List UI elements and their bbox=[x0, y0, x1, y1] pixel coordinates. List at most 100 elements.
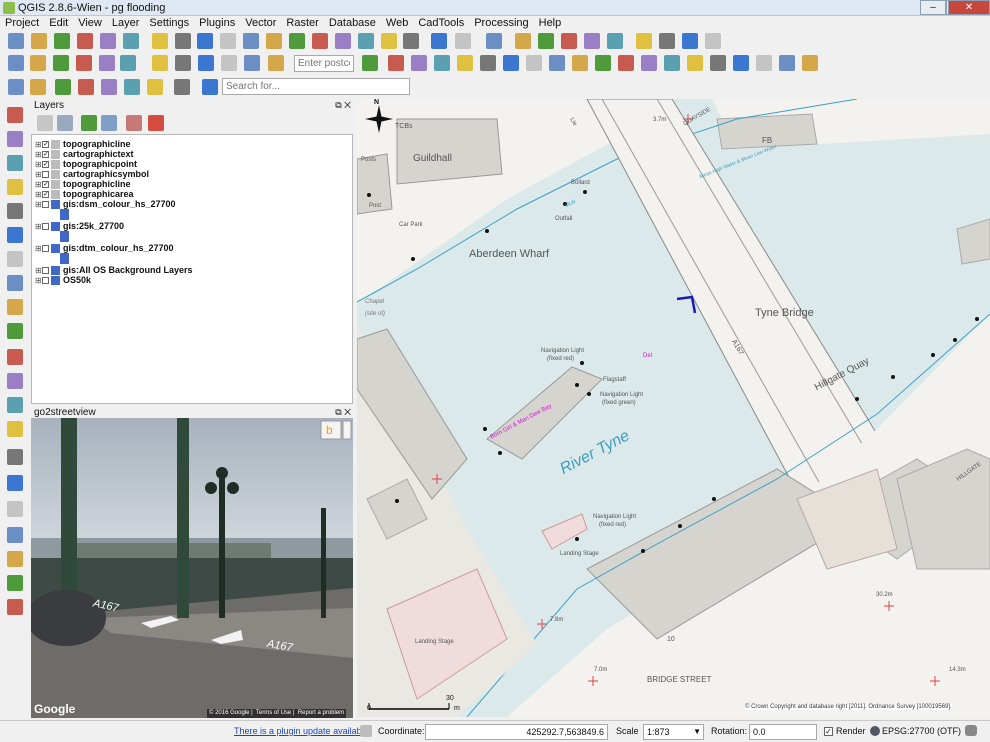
map-nav-tool-icon[interactable] bbox=[515, 33, 531, 49]
map-nav-tool-icon[interactable] bbox=[220, 33, 236, 49]
edit-tool-icon[interactable] bbox=[198, 55, 214, 71]
add-layer-tool-icon[interactable] bbox=[7, 323, 23, 339]
add-layer-tool-icon[interactable] bbox=[7, 349, 23, 365]
crs-status[interactable]: EPSG:27700 (OTF) bbox=[882, 726, 961, 736]
edit-tool-icon[interactable] bbox=[480, 55, 496, 71]
map-nav-tool-icon[interactable] bbox=[381, 33, 397, 49]
menu-web[interactable]: Web bbox=[381, 16, 413, 30]
edit-tool-icon[interactable] bbox=[411, 55, 427, 71]
plugin-tool-icon[interactable] bbox=[8, 79, 24, 95]
menu-cadtools[interactable]: CadTools bbox=[413, 16, 469, 30]
add-layer-tool-icon[interactable] bbox=[7, 299, 23, 315]
edit-tool-icon[interactable] bbox=[244, 55, 260, 71]
add-layer-tool-icon[interactable] bbox=[7, 397, 23, 413]
layer-row[interactable]: ⊞ gis:dtm_colour_hs_27700 bbox=[35, 243, 174, 254]
collapse-all-icon[interactable] bbox=[126, 115, 142, 131]
add-layer-tool-icon[interactable] bbox=[7, 527, 23, 543]
layer-row[interactable]: ⊞✓ topographicline bbox=[35, 179, 131, 190]
add-layer-tool-icon[interactable] bbox=[7, 599, 23, 615]
edit-tool-icon[interactable] bbox=[362, 55, 378, 71]
messages-icon[interactable] bbox=[360, 725, 372, 737]
edit-tool-icon[interactable] bbox=[595, 55, 611, 71]
edit-tool-icon[interactable] bbox=[526, 55, 542, 71]
add-layer-tool-icon[interactable] bbox=[7, 551, 23, 567]
layer-row[interactable]: ⊞ gis:dsm_colour_hs_27700 bbox=[35, 199, 176, 210]
menu-help[interactable]: Help bbox=[534, 16, 567, 30]
layer-row[interactable]: ⊞ gis:All OS Background Layers bbox=[35, 265, 193, 276]
expand-icon[interactable]: ⊞ bbox=[35, 200, 42, 210]
edit-tool-icon[interactable] bbox=[388, 55, 404, 71]
menu-project[interactable]: Project bbox=[0, 16, 44, 30]
add-layer-tool-icon[interactable] bbox=[7, 449, 23, 465]
map-nav-tool-icon[interactable] bbox=[243, 33, 259, 49]
plugin-tool-icon[interactable] bbox=[101, 79, 117, 95]
map-nav-tool-icon[interactable] bbox=[455, 33, 471, 49]
edit-tool-icon[interactable] bbox=[152, 55, 168, 71]
filter-icon[interactable] bbox=[81, 115, 97, 131]
edit-tool-icon[interactable] bbox=[120, 55, 136, 71]
map-nav-tool-icon[interactable] bbox=[705, 33, 721, 49]
rotation-spinbox[interactable]: 0.0 bbox=[749, 724, 817, 740]
menu-layer[interactable]: Layer bbox=[107, 16, 145, 30]
edit-tool-icon[interactable] bbox=[434, 55, 450, 71]
map-nav-tool-icon[interactable] bbox=[77, 33, 93, 49]
expand-icon[interactable]: ⊞ bbox=[35, 222, 42, 232]
layer-row[interactable]: ⊞✓ cartographictext bbox=[35, 149, 134, 160]
add-layer-tool-icon[interactable] bbox=[7, 373, 23, 389]
edit-tool-icon[interactable] bbox=[53, 55, 69, 71]
edit-tool-icon[interactable] bbox=[221, 55, 237, 71]
postcode-input[interactable] bbox=[294, 55, 354, 72]
menu-settings[interactable]: Settings bbox=[144, 16, 194, 30]
close-button[interactable]: ✕ bbox=[948, 0, 990, 15]
menu-raster[interactable]: Raster bbox=[281, 16, 323, 30]
map-nav-tool-icon[interactable] bbox=[682, 33, 698, 49]
edit-tool-icon[interactable] bbox=[175, 55, 191, 71]
expand-icon[interactable]: ⊞ bbox=[35, 244, 42, 254]
add-layer-tool-icon[interactable] bbox=[7, 251, 23, 267]
map-nav-tool-icon[interactable] bbox=[636, 33, 652, 49]
map-nav-tool-icon[interactable] bbox=[358, 33, 374, 49]
menu-view[interactable]: View bbox=[73, 16, 107, 30]
map-nav-tool-icon[interactable] bbox=[584, 33, 600, 49]
edit-tool-icon[interactable] bbox=[8, 55, 24, 71]
map-nav-tool-icon[interactable] bbox=[486, 33, 502, 49]
plugin-update-link[interactable]: There is a plugin update available bbox=[234, 726, 369, 736]
menu-processing[interactable]: Processing bbox=[469, 16, 533, 30]
layer-visibility-checkbox[interactable]: ✓ bbox=[42, 151, 49, 159]
layer-row[interactable]: ⊞ gis:25k_27700 bbox=[35, 221, 124, 232]
map-nav-tool-icon[interactable] bbox=[31, 33, 47, 49]
menu-database[interactable]: Database bbox=[324, 16, 381, 30]
layer-visibility-checkbox[interactable] bbox=[42, 201, 49, 209]
layer-visibility-checkbox[interactable]: ✓ bbox=[42, 191, 49, 199]
edit-tool-icon[interactable] bbox=[572, 55, 588, 71]
panel-close-icon[interactable]: ⧉ ✕ bbox=[335, 99, 351, 112]
edit-tool-icon[interactable] bbox=[756, 55, 772, 71]
render-checkbox[interactable]: ✓ bbox=[824, 727, 833, 736]
map-nav-tool-icon[interactable] bbox=[54, 33, 70, 49]
layer-visibility-checkbox[interactable] bbox=[42, 223, 49, 231]
add-layer-tool-icon[interactable] bbox=[7, 179, 23, 195]
expand-all-icon[interactable] bbox=[101, 115, 117, 131]
layer-visibility-checkbox[interactable]: ✓ bbox=[42, 141, 49, 149]
add-layer-tool-icon[interactable] bbox=[7, 107, 23, 123]
menu-edit[interactable]: Edit bbox=[44, 16, 73, 30]
coordinate-field[interactable]: 425292.7,563849.6 bbox=[425, 724, 608, 740]
layer-visibility-checkbox[interactable]: ✓ bbox=[42, 161, 49, 169]
layer-row[interactable]: ⊞ OS50k bbox=[35, 275, 91, 286]
layer-row[interactable]: ⊞✓ topographicline bbox=[35, 139, 131, 150]
layer-row[interactable]: ⊞✓ topographicpoint bbox=[35, 159, 137, 170]
report-link[interactable]: Report a problem bbox=[298, 710, 344, 716]
map-canvas[interactable]: N TCBs Guildhall Posts Post Car Park Out… bbox=[357, 99, 990, 717]
layer-row[interactable]: ⊞ cartographicsymbol bbox=[35, 169, 149, 180]
add-layer-tool-icon[interactable] bbox=[7, 575, 23, 591]
plugin-tool-icon[interactable] bbox=[124, 79, 140, 95]
map-nav-tool-icon[interactable] bbox=[403, 33, 419, 49]
map-nav-tool-icon[interactable] bbox=[561, 33, 577, 49]
map-nav-tool-icon[interactable] bbox=[289, 33, 305, 49]
add-layer-tool-icon[interactable] bbox=[7, 227, 23, 243]
expand-icon[interactable]: ⊞ bbox=[35, 276, 42, 286]
edit-tool-icon[interactable] bbox=[618, 55, 634, 71]
map-nav-tool-icon[interactable] bbox=[335, 33, 351, 49]
add-layer-tool-icon[interactable] bbox=[7, 275, 23, 291]
map-nav-tool-icon[interactable] bbox=[431, 33, 447, 49]
